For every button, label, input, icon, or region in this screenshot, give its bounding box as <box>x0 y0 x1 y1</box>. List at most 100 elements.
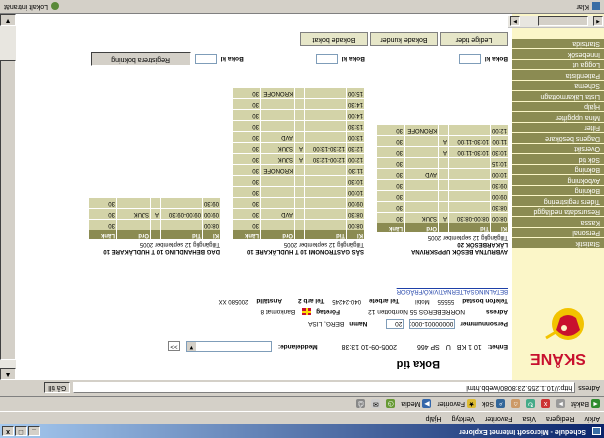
table-row[interactable]: 10:30 30 <box>224 175 364 186</box>
table-row[interactable]: 12:00 KRONOFE 30 <box>368 124 508 135</box>
menu-edit[interactable]: Redigera <box>546 412 574 424</box>
table-row[interactable]: 10:15 30 <box>368 157 508 168</box>
address-input[interactable]: http://10.1.255.23:8080/webb.html <box>73 382 576 394</box>
table-row[interactable]: 12:30 12:30-13:00 A SJUK 30 <box>224 142 364 153</box>
sidebar-item-startsida[interactable]: Statistik <box>512 237 604 248</box>
table-cell: 09:30 <box>490 180 508 190</box>
table-row[interactable]: 14:00 30 <box>224 109 364 120</box>
tab-bokade-kunder[interactable]: Bokade kunder <box>370 32 438 46</box>
table-cell: 08:00 <box>202 220 220 230</box>
sidebar-item-sok-tid[interactable]: Sök tid <box>512 153 604 164</box>
sidebar-item-dagens[interactable]: Dagens besökare <box>512 132 604 143</box>
vertical-scroll-thumb[interactable] <box>0 60 16 360</box>
sidebar-item-kassa[interactable]: Kassa <box>512 216 604 227</box>
menu-help[interactable]: Hjälp <box>426 412 442 424</box>
scroll-left-icon[interactable]: ◄ <box>593 16 603 26</box>
register-booking-button[interactable]: Registrera bokning <box>90 52 191 66</box>
table-cell <box>404 136 438 146</box>
table-row[interactable]: 11:00 10:30-11:00 A 30 <box>368 135 508 146</box>
table-row[interactable]: 08:00 30 <box>224 219 364 230</box>
go-button[interactable]: Gå till <box>44 382 71 394</box>
home-button[interactable]: ⌂ <box>511 399 521 409</box>
minimize-button[interactable]: _ <box>28 426 40 436</box>
skane-logo: SKÅNE <box>530 308 586 369</box>
browser-window: Schedule - Microsoft Internet Explorer _… <box>0 0 604 438</box>
back-button[interactable]: ◄ Bakåt <box>571 399 600 409</box>
print-button[interactable]: ⎙ <box>356 399 366 409</box>
maximize-button[interactable]: □ <box>15 426 27 436</box>
table-row[interactable]: 10:30 10:30-11:00 A 30 <box>368 146 508 157</box>
favorites-button[interactable]: ★ Favoriter <box>437 399 477 409</box>
personnummer-input[interactable] <box>409 319 456 329</box>
table-cell: 09:00-09:30 <box>160 209 202 219</box>
media-button[interactable]: ▶ Media <box>401 399 432 409</box>
sidebar-item-tiders[interactable]: Tiders registrering <box>512 195 604 206</box>
table-row[interactable]: 09:00 30 <box>368 190 508 201</box>
meddelande-select[interactable]: ▼ <box>185 341 272 352</box>
menu-file[interactable]: Arkiv <box>584 412 600 424</box>
table-row[interactable]: 10:00 30 <box>224 186 364 197</box>
table-cell: 30 <box>232 121 260 131</box>
table-cell: A <box>438 213 448 223</box>
search-button[interactable]: ⌕ Sök <box>482 399 506 409</box>
boka-kl-input-1[interactable] <box>458 54 481 64</box>
sidebar-item-innebesok[interactable]: Innebesök <box>512 48 604 59</box>
table-row[interactable]: 13:00 AVD 30 <box>224 131 364 142</box>
table-cell <box>294 121 304 131</box>
sidebar-item-logga-ut[interactable]: Logga ut <box>512 59 604 70</box>
menu-view[interactable]: Visa <box>523 412 537 424</box>
table-cell <box>294 99 304 109</box>
sidebar-item-bokning-2[interactable]: Bokning <box>512 185 604 196</box>
scroll-right-icon[interactable]: ► <box>510 16 520 26</box>
menu-tools[interactable]: Verktyg <box>452 412 475 424</box>
table-row[interactable]: 12:00 12:00-12:30 A SJUK 30 <box>224 153 364 164</box>
sidebar-item-mina[interactable]: Mina uppgifter <box>512 111 604 122</box>
sidebar-item-schema[interactable]: Schema <box>512 80 604 91</box>
table-row[interactable]: 09:00 30 <box>224 197 364 208</box>
meddelande-go-button[interactable]: >> <box>167 341 180 352</box>
sidebar-item-lista[interactable]: Lista Läkarmottagn <box>512 90 604 101</box>
table-row[interactable]: 08:00 08:00-08:30 A SJUK 30 <box>368 212 508 223</box>
vertical-scrollbar[interactable]: ▲ ▼ <box>0 14 16 380</box>
betalning-link[interactable]: BETALNINGSALTERNATIV/KÖ/FRÅGOR <box>397 288 508 294</box>
sidebar-item-personal[interactable]: Personal <box>512 227 604 238</box>
board-header-cell: Ord <box>116 230 150 239</box>
table-row[interactable]: 08:00 30 <box>80 219 220 230</box>
table-row[interactable]: 10:00 AVD 30 <box>368 168 508 179</box>
sidebar-item-hjalp[interactable]: Hjälp <box>512 101 604 112</box>
scroll-down-icon[interactable]: ▼ <box>0 14 16 26</box>
table-row[interactable]: 13:30 30 <box>224 120 364 131</box>
refresh-button[interactable]: ↻ <box>526 399 536 409</box>
history-button[interactable]: ◷ <box>386 399 396 409</box>
scroll-thumb[interactable] <box>538 16 588 26</box>
sidebar-item-bokning[interactable]: Bokning <box>512 164 604 175</box>
sidebar-item-filter[interactable]: Filter <box>512 122 604 133</box>
table-row[interactable]: 14:30 30 <box>224 98 364 109</box>
table-row[interactable]: 09:30 30 <box>80 197 220 208</box>
table-row[interactable]: 08:30 AVD 30 <box>224 208 364 219</box>
table-cell: 12:00-12:30 <box>304 154 346 164</box>
sidebar-item-resursdata[interactable]: Resursdata nedläggd <box>512 206 604 217</box>
table-row[interactable]: 08:30 30 <box>368 201 508 212</box>
boka-kl-input-3[interactable] <box>194 54 217 64</box>
sidebar-item-avbokning[interactable]: Avbokning <box>512 174 604 185</box>
boka-kl-input-2[interactable] <box>315 54 338 64</box>
sidebar-item-start[interactable]: Startsida <box>512 38 604 49</box>
close-button[interactable]: x <box>2 426 14 436</box>
menu-favorites[interactable]: Favoriter <box>485 412 513 424</box>
horizontal-scrollbar[interactable]: ◄ ► <box>508 16 604 28</box>
table-row[interactable]: 15:00 KRONOFE 30 <box>224 87 364 98</box>
tab-bokade-bokat[interactable]: Bokade bokat <box>300 32 368 46</box>
table-cell <box>448 169 490 179</box>
table-row[interactable]: 09:30 30 <box>368 179 508 190</box>
scroll-up-icon[interactable]: ▲ <box>0 368 16 380</box>
personnummer-suffix-input[interactable] <box>386 319 405 329</box>
sidebar-item-patientlista[interactable]: Patientlista <box>512 69 604 80</box>
mail-button[interactable]: ✉ <box>371 399 381 409</box>
stop-button[interactable]: x <box>541 399 551 409</box>
sidebar-item-oversikt[interactable]: Oversikt <box>512 143 604 154</box>
forward-button[interactable]: ► <box>556 399 566 409</box>
table-row[interactable]: 11:30 KRONOFE 30 <box>224 164 364 175</box>
tab-ledige-tider[interactable]: Ledige tider <box>440 32 508 46</box>
table-row[interactable]: 09:00 09:00-09:30 A SJUK 30 <box>80 208 220 219</box>
